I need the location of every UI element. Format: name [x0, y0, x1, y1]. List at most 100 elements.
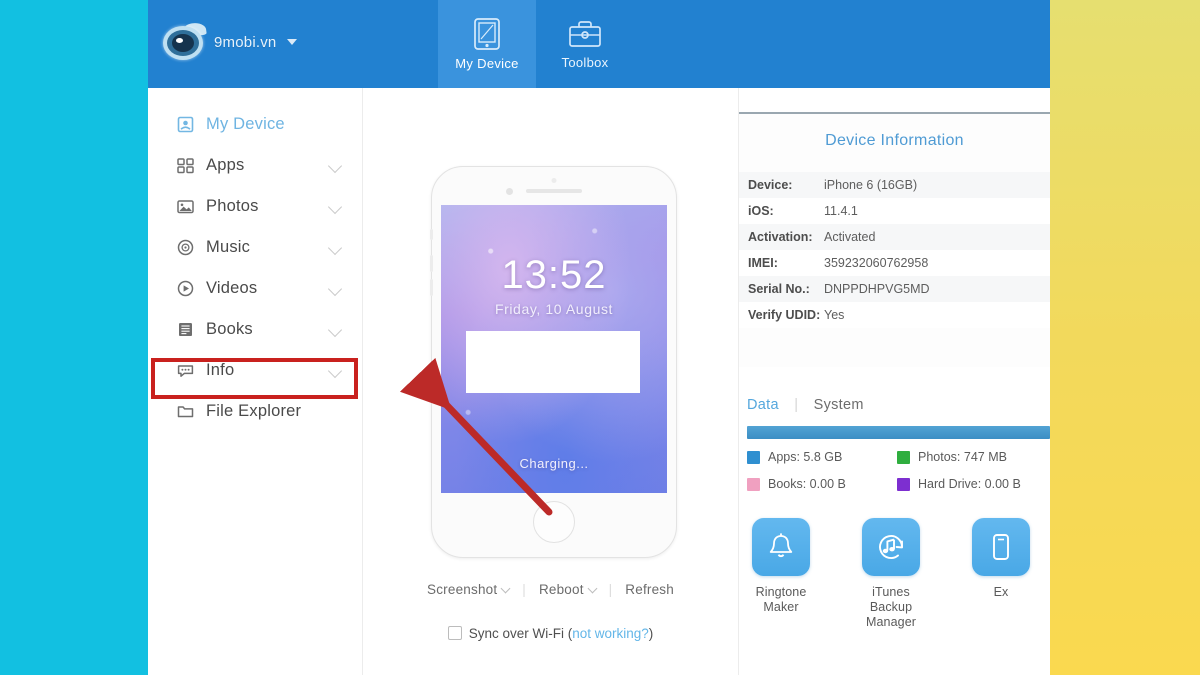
tab-my-device[interactable]: My Device	[438, 0, 536, 88]
sidebar-item-info[interactable]: Info	[148, 350, 362, 391]
sidebar-nav: My Device Apps Photos Music Videos Books…	[148, 104, 362, 432]
application-window: 9mobi.vn My Device Toolbox My Device App…	[148, 0, 1050, 675]
tool-shortcuts: Ringtone Maker iTunes Backup Manager Ex	[747, 518, 1050, 630]
storage-legend: Apps: 5.8 GB Photos: 747 MB Books: 0.00 …	[747, 450, 1050, 491]
sidebar-item-file-explorer[interactable]: File Explorer	[148, 391, 362, 432]
sidebar-item-my-device[interactable]: My Device	[148, 104, 362, 145]
row-key: Device:	[748, 178, 793, 192]
phone-camera	[506, 188, 513, 195]
chevron-down-icon[interactable]	[500, 583, 511, 594]
reboot-button[interactable]: Reboot	[539, 582, 584, 597]
tablet-icon	[472, 17, 502, 51]
tool-label-line2: Maker	[763, 600, 799, 614]
tool-label-line2: Manager	[865, 615, 917, 629]
decorative-band-right	[1050, 0, 1200, 675]
legend-swatch	[897, 450, 910, 464]
brand[interactable]: 9mobi.vn	[162, 18, 298, 66]
table-row: Verify UDID: Yes	[739, 302, 1050, 328]
phone-mockup: 13:52 Friday, 10 August Charging...	[430, 166, 677, 558]
device-information-card: Device Information Device: iPhone 6 (16G…	[739, 112, 1050, 367]
chevron-down-icon[interactable]	[327, 199, 343, 215]
legend-label: Hard Drive: 0.00 B	[918, 477, 1021, 491]
sidebar-item-photos[interactable]: Photos	[148, 186, 362, 227]
chevron-down-icon[interactable]	[327, 363, 343, 379]
tool-label-line1: iTunes Backup	[869, 585, 913, 614]
paren-close: )	[648, 626, 654, 641]
sidebar-item-music[interactable]: Music	[148, 227, 362, 268]
separator: |	[608, 582, 613, 597]
photo-icon	[176, 197, 195, 216]
sync-over-wifi-label: Sync over Wi-Fi	[468, 626, 564, 641]
refresh-button[interactable]: Refresh	[625, 582, 674, 597]
table-row: iOS: 11.4.1	[739, 198, 1050, 224]
row-value: iPhone 6 (16GB)	[824, 178, 918, 192]
screenshot-button[interactable]: Screenshot	[427, 582, 497, 597]
lockscreen-status: Charging...	[519, 456, 589, 471]
sidebar-item-label: Photos	[206, 197, 259, 215]
sidebar-item-videos[interactable]: Videos	[148, 268, 362, 309]
tab-system[interactable]: System	[814, 397, 864, 413]
decorative-band-left	[0, 0, 148, 675]
books-icon	[176, 320, 195, 339]
device-information-rows: Device: iPhone 6 (16GB) iOS: 11.4.1 Acti…	[739, 172, 1050, 328]
storage-bar-fill	[747, 426, 1050, 439]
phone-screen: 13:52 Friday, 10 August Charging...	[441, 205, 667, 493]
sidebar-item-apps[interactable]: Apps	[148, 145, 362, 186]
storage-bar	[747, 426, 1050, 439]
row-value: Yes	[824, 308, 845, 322]
legend-label: Books: 0.00 B	[768, 477, 846, 491]
redacted-area	[466, 331, 640, 393]
toolbox-icon	[567, 18, 603, 50]
tool-label: Ringtone Maker	[747, 585, 815, 615]
tool-label: Ex	[967, 585, 1035, 600]
chat-info-icon	[176, 361, 195, 380]
row-key: Serial No.:	[748, 282, 810, 296]
legend-swatch	[747, 477, 760, 491]
chevron-down-icon[interactable]	[587, 583, 598, 594]
lockscreen-date: Friday, 10 August	[494, 301, 614, 317]
tab-separator: |	[794, 397, 799, 413]
top-bar: 9mobi.vn My Device Toolbox	[148, 0, 1050, 88]
caret-down-icon[interactable]	[287, 39, 298, 45]
row-value: Activated	[824, 230, 876, 244]
row-key: Verify UDID:	[748, 308, 821, 322]
sidebar-item-label: Books	[206, 320, 253, 338]
tab-toolbox[interactable]: Toolbox	[536, 0, 634, 88]
tool-label: iTunes Backup Manager	[857, 585, 925, 630]
top-tabs: My Device Toolbox	[438, 0, 634, 88]
tool-ringtone-maker[interactable]: Ringtone Maker	[747, 518, 815, 630]
grid-apps-icon	[176, 156, 195, 175]
row-key: iOS:	[748, 204, 774, 218]
storage-tabs: Data | System	[747, 397, 864, 413]
tab-my-device-label: My Device	[455, 56, 519, 71]
table-row: Serial No.: DNPPDHPVG5MD	[739, 276, 1050, 302]
legend-label: Apps: 5.8 GB	[768, 450, 843, 464]
phone-speaker	[526, 189, 582, 193]
chevron-down-icon[interactable]	[327, 281, 343, 297]
music-refresh-icon	[862, 518, 920, 576]
chevron-down-icon[interactable]	[327, 322, 343, 338]
sync-over-wifi-checkbox[interactable]	[447, 626, 462, 640]
screenshot-stage: 9mobi.vn My Device Toolbox My Device App…	[0, 0, 1200, 675]
chevron-down-icon[interactable]	[327, 240, 343, 256]
table-row: Device: iPhone 6 (16GB)	[739, 172, 1050, 198]
export-icon	[972, 518, 1030, 576]
music-disc-icon	[176, 238, 195, 257]
legend-item: Apps: 5.8 GB	[747, 450, 897, 464]
bell-icon	[752, 518, 810, 576]
sidebar-item-label: Music	[206, 238, 251, 256]
tab-data[interactable]: Data	[747, 397, 779, 413]
device-action-bar: Screenshot | Reboot | Refresh	[363, 582, 738, 597]
device-icon	[176, 115, 195, 134]
row-value: 359232060762958	[824, 256, 929, 270]
tool-export[interactable]: Ex	[967, 518, 1035, 630]
not-working-link[interactable]: not working?	[572, 626, 649, 641]
legend-label: Photos: 747 MB	[918, 450, 1007, 464]
folder-icon	[176, 402, 195, 421]
tool-itunes-backup-manager[interactable]: iTunes Backup Manager	[857, 518, 925, 630]
tool-label-line1: Ringtone	[755, 585, 807, 599]
video-play-icon	[176, 279, 195, 298]
table-row: IMEI: 359232060762958	[739, 250, 1050, 276]
sidebar-item-books[interactable]: Books	[148, 309, 362, 350]
chevron-down-icon[interactable]	[327, 158, 343, 174]
